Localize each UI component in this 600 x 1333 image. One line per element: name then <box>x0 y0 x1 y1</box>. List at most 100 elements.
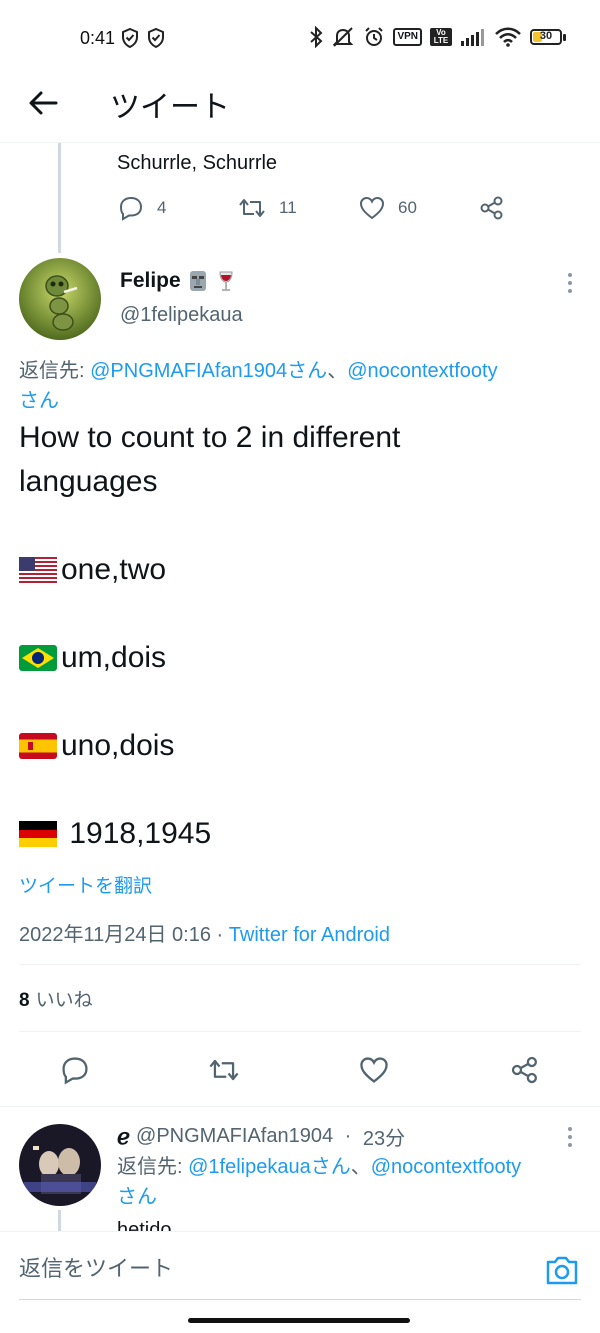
battery-icon: 30 <box>530 29 566 45</box>
reply-input-underline <box>19 1299 581 1300</box>
germany-flag-icon <box>19 821 57 847</box>
br-line-text: um,dois <box>61 641 167 674</box>
share-icon <box>511 1056 537 1084</box>
home-indicator[interactable] <box>188 1318 410 1323</box>
like-button[interactable]: 60 <box>358 195 417 221</box>
shield-check-icon <box>148 27 164 49</box>
previous-tweet-actions: 4 11 60 <box>117 195 537 225</box>
author-avatar[interactable] <box>19 258 101 340</box>
more-options-icon[interactable] <box>566 1126 574 1148</box>
reply-author-name[interactable]: ℯ <box>117 1124 130 1150</box>
mention-link[interactable]: @1felipekauaさん <box>188 1156 351 1178</box>
tweet-text-line: 1918,1945 <box>19 812 579 856</box>
status-right-icons: VPN Vo LTE 30 <box>309 26 566 48</box>
reply-button[interactable] <box>50 1045 100 1095</box>
tweet-action-bar <box>0 1045 600 1095</box>
avatar-image <box>19 258 101 340</box>
camera-icon[interactable] <box>544 1252 580 1288</box>
translate-tweet-link[interactable]: ツイートを翻訳 <box>19 871 152 898</box>
tweet-text-line: How to count to 2 in different <box>19 421 401 454</box>
author-name[interactable]: Felipe <box>120 269 237 293</box>
tweet-timestamp[interactable]: 2022年11月24日 0:16 <box>19 924 211 946</box>
retweet-icon <box>239 199 265 217</box>
likes-count: 8 <box>19 990 30 1011</box>
reply-author-handle[interactable]: @PNGMAFIAfan1904 <box>136 1125 333 1148</box>
reply-author-avatar[interactable] <box>19 1124 101 1206</box>
page-title: ツイート <box>110 91 230 124</box>
vpn-badge: VPN <box>393 28 422 46</box>
battery-level: 30 <box>539 30 553 42</box>
timestamp-row: 2022年11月24日 0:16 · Twitter for Android <box>19 918 390 947</box>
tweet-text-line: um,dois <box>19 636 579 680</box>
thread-connector-line <box>58 143 61 253</box>
tweet-body: How to count to 2 in different languages… <box>19 416 579 856</box>
status-left-icons <box>120 27 166 49</box>
like-button[interactable] <box>349 1045 399 1095</box>
wine-glass-emoji-icon <box>219 271 233 291</box>
replying-to: 返信先: @1felipekauaさん、@nocontextfooty さん <box>117 1152 587 1212</box>
share-button[interactable] <box>478 195 506 221</box>
replying-separator: 、 <box>350 1156 371 1178</box>
more-options-icon[interactable] <box>566 272 574 294</box>
de-line-text: 1918,1945 <box>61 817 212 850</box>
wifi-icon <box>495 27 521 47</box>
bluetooth-icon <box>310 26 323 48</box>
back-arrow-icon[interactable] <box>26 86 60 120</box>
tweet-text-line: languages <box>19 465 158 498</box>
heart-icon <box>360 1057 388 1083</box>
replying-prefix: 返信先: <box>19 360 91 382</box>
mention-suffix[interactable]: さん <box>117 1186 157 1208</box>
status-time: 0:41 <box>80 28 116 48</box>
reply-header: ℯ @PNGMAFIAfan1904 · 23分 <box>117 1122 405 1151</box>
battery-frame: 30 <box>530 29 562 45</box>
mention-link[interactable]: @nocontextfooty <box>347 360 497 382</box>
reply-composer <box>0 1231 600 1312</box>
timestamp-separator: · <box>210 924 229 946</box>
mention-link[interactable]: @PNGMAFIAfan1904さん <box>90 360 327 382</box>
brazil-flag-icon <box>19 645 57 671</box>
mention-link[interactable]: @nocontextfooty <box>371 1156 521 1178</box>
us-line-text: one,two <box>61 553 167 586</box>
author-handle[interactable]: @1felipekaua <box>120 304 243 327</box>
divider <box>19 1031 581 1032</box>
status-bar: 0:41 VPN Vo LTE 30 <box>0 0 600 76</box>
retweet-count: 11 <box>279 198 297 217</box>
replying-prefix: 返信先: <box>117 1156 189 1178</box>
volte-badge: Vo LTE <box>430 28 452 46</box>
reply-button[interactable]: 4 <box>117 195 166 221</box>
likes-label: いいね <box>35 990 93 1011</box>
us-flag-icon <box>19 557 57 583</box>
tweet-text-line: one,two <box>19 548 579 592</box>
thread-connector-line <box>58 1210 61 1231</box>
reply-tweet-text: hetido <box>117 1219 172 1231</box>
reply-input[interactable] <box>19 1256 499 1282</box>
likes-summary[interactable]: 8 いいね <box>19 985 93 1012</box>
moai-emoji-icon <box>189 271 206 291</box>
spain-flag-icon <box>19 733 57 759</box>
bell-muted-icon <box>333 27 354 47</box>
reply-icon <box>62 1057 88 1085</box>
mention-suffix[interactable]: さん <box>19 390 59 412</box>
replying-separator: 、 <box>327 360 348 382</box>
reply-time[interactable]: 23分 <box>363 1122 405 1151</box>
replying-to: 返信先: @PNGMAFIAfan1904さん、@nocontextfooty さ… <box>19 356 579 416</box>
retweet-button[interactable]: 11 <box>237 195 297 221</box>
divider <box>0 1106 600 1107</box>
heart-icon <box>359 196 385 220</box>
battery-tip <box>563 33 566 41</box>
alarm-icon <box>365 27 384 46</box>
reply-icon <box>119 196 143 221</box>
author-display-name: Felipe <box>120 269 181 292</box>
share-icon <box>480 196 503 220</box>
avatar-image <box>19 1124 101 1206</box>
retweet-button[interactable] <box>199 1045 249 1095</box>
retweet-icon <box>209 1059 239 1081</box>
app-header: ツイート <box>0 76 600 143</box>
tweet-source-link[interactable]: Twitter for Android <box>229 924 390 946</box>
share-button[interactable] <box>500 1045 550 1095</box>
shield-check-icon <box>122 27 138 49</box>
